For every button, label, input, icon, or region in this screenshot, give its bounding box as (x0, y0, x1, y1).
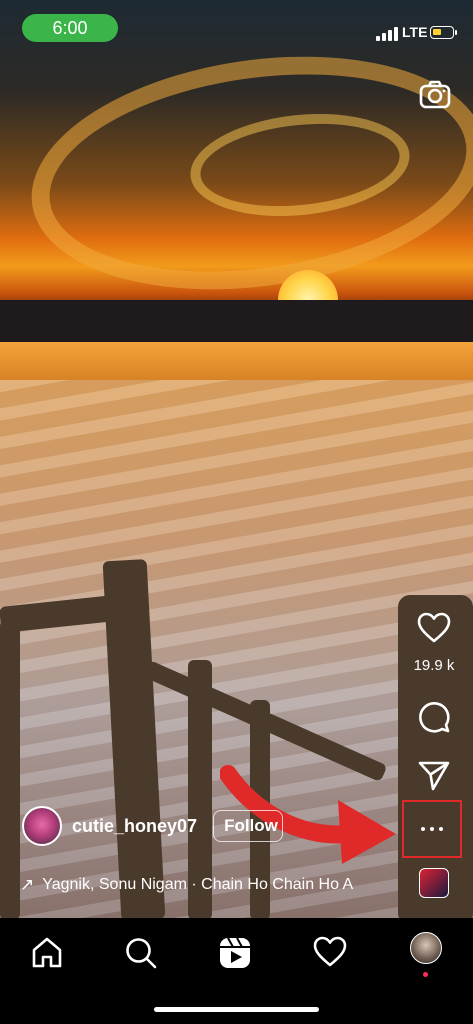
reels-icon[interactable] (218, 936, 254, 972)
home-indicator (154, 1007, 319, 1012)
network-label: LTE (402, 24, 428, 40)
like-count: 19.9 k (413, 657, 455, 674)
home-icon[interactable] (30, 936, 66, 972)
battery-icon (430, 26, 457, 39)
username[interactable]: cutie_honey07 (72, 816, 197, 837)
horizon (0, 300, 473, 342)
search-icon[interactable] (124, 936, 160, 972)
share-button[interactable] (405, 760, 463, 797)
trending-arrow-icon: ↗ (20, 875, 35, 894)
more-dots-icon[interactable] (402, 800, 462, 858)
fence-post (0, 620, 20, 918)
music-album-thumb[interactable] (419, 868, 449, 898)
avatar[interactable] (22, 806, 62, 846)
heart-icon (417, 612, 451, 643)
signal-icon (376, 27, 398, 41)
like-button[interactable] (405, 612, 463, 649)
author-row: cutie_honey07 Follow (22, 805, 284, 847)
music-text: Yagnik, Sonu Nigam · Chain Ho Chain Ho A (42, 876, 354, 893)
comment-icon (419, 702, 450, 733)
comment-button[interactable] (405, 700, 463, 739)
status-time: 6:00 (22, 14, 118, 42)
notification-dot (423, 972, 428, 977)
follow-button[interactable]: Follow (213, 810, 284, 842)
camera-icon[interactable] (418, 78, 452, 112)
lake (0, 342, 473, 382)
profile-avatar[interactable] (410, 932, 442, 964)
send-icon (418, 761, 450, 791)
heart-icon[interactable] (313, 936, 349, 972)
music-row[interactable]: ↗ Yagnik, Sonu Nigam · Chain Ho Chain Ho… (20, 873, 390, 897)
instagram-reels-screen: 6:00 LTE 19.9 k cutie_honey07 Follow ↗ Y… (0, 0, 473, 1024)
status-bar: 6:00 LTE (0, 0, 473, 56)
